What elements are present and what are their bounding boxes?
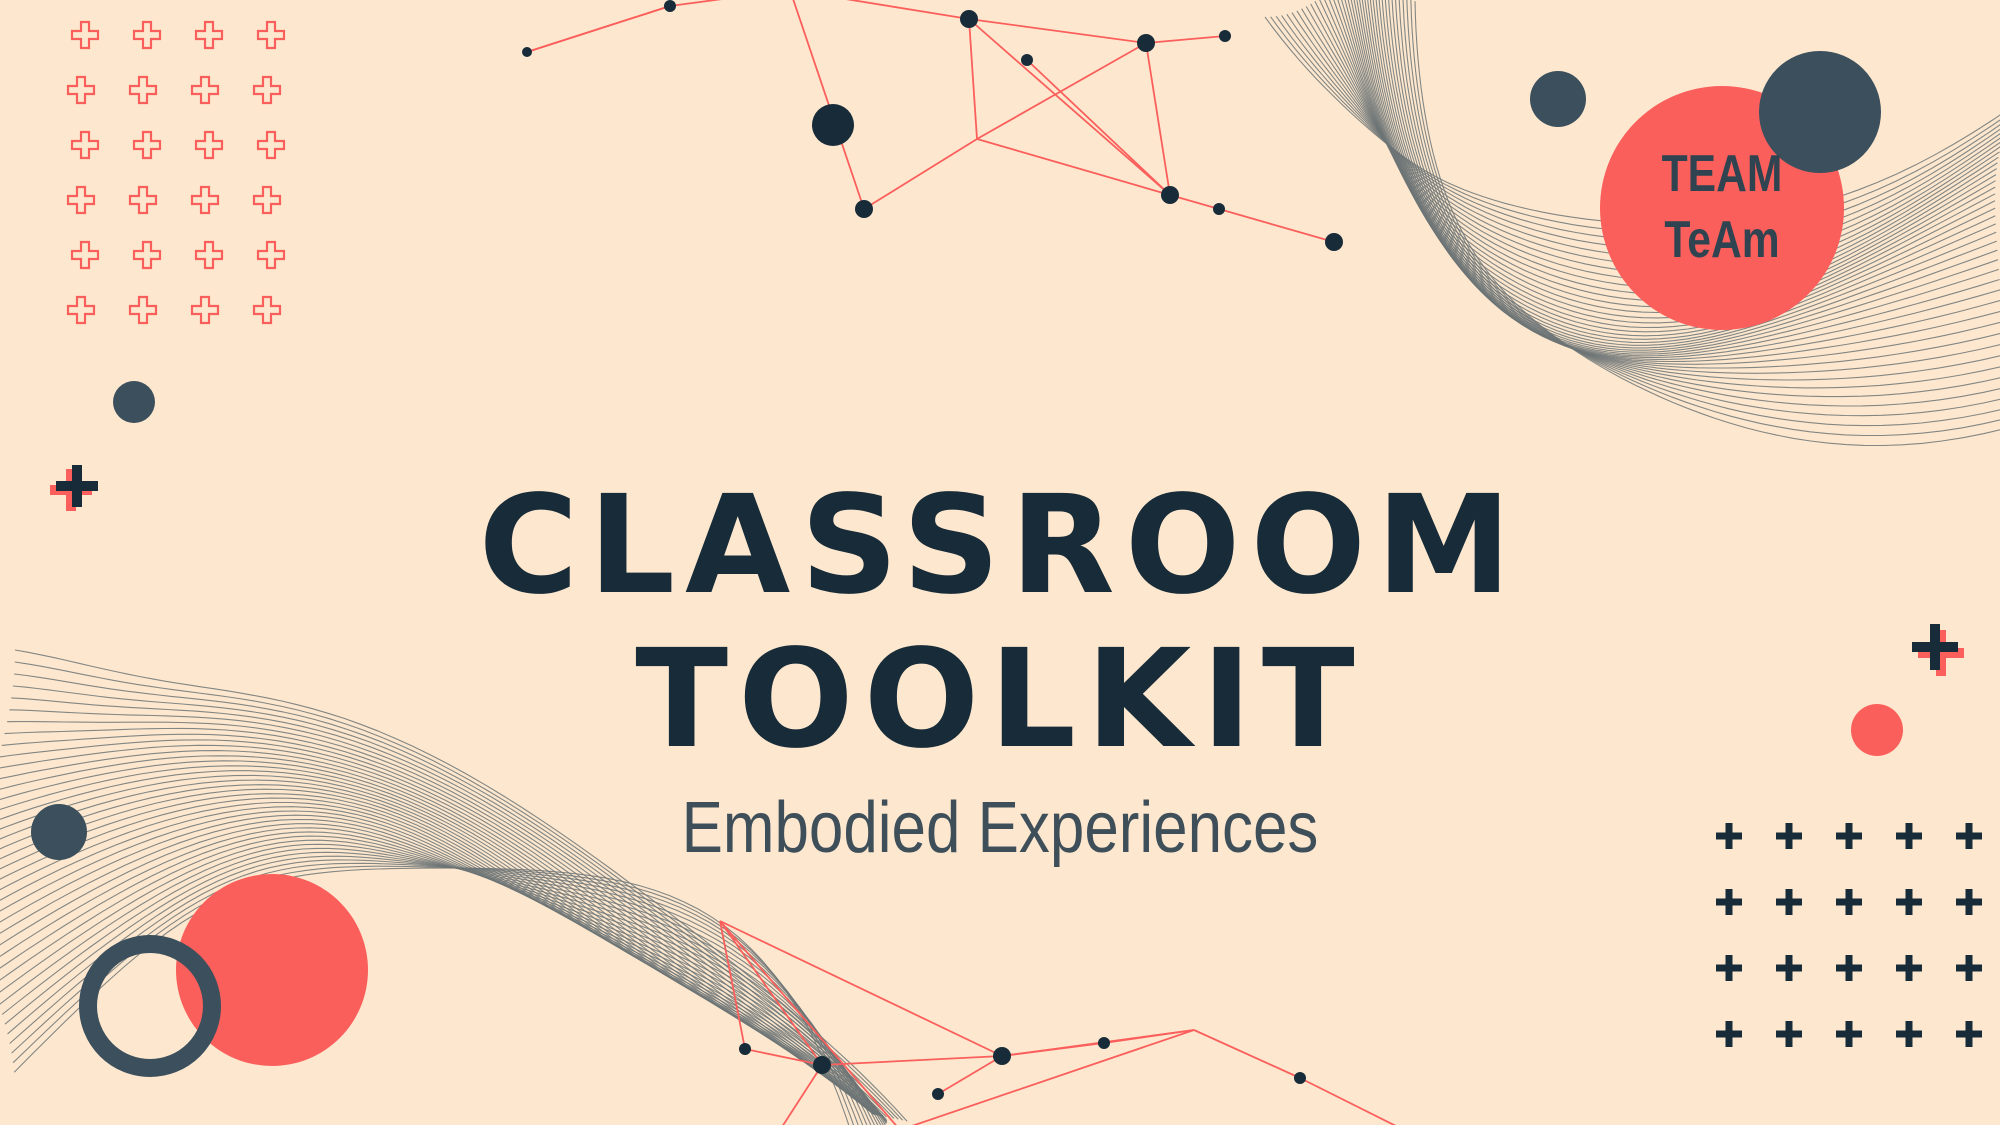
plus-icon — [132, 240, 162, 270]
plus-icon — [1896, 1021, 1922, 1047]
plus-icon — [194, 130, 224, 160]
dot-icon — [113, 381, 155, 423]
plus-icon — [256, 20, 286, 50]
plus-icon — [1776, 955, 1802, 981]
plus-icon — [1836, 889, 1862, 915]
plus-icon — [66, 75, 96, 105]
plus-icon — [252, 295, 282, 325]
plus-icon — [1956, 955, 1982, 981]
plus-icon — [128, 295, 158, 325]
plus-grid-top-left — [66, 20, 286, 325]
plus-icon — [132, 130, 162, 160]
title-line1: CLASSROOM — [478, 467, 1522, 625]
badge-text-line2: TeAm — [1664, 211, 1780, 269]
dot-icon — [31, 804, 87, 860]
plus-icon — [66, 295, 96, 325]
plus-icon — [1716, 889, 1742, 915]
title-line2: TOOLKIT — [635, 621, 1365, 779]
plus-icon — [194, 240, 224, 270]
plus-icon — [1776, 1021, 1802, 1047]
slide-canvas: TEAM TeAm CLASSROOM TOOLKIT Embodied Exp… — [0, 0, 2000, 1125]
plus-icon — [1896, 889, 1922, 915]
plus-icon — [70, 130, 100, 160]
plus-icon — [70, 240, 100, 270]
plus-icon — [190, 295, 220, 325]
plus-icon — [1896, 823, 1922, 849]
plus-icon — [190, 185, 220, 215]
plus-icon — [128, 75, 158, 105]
plus-icon — [252, 75, 282, 105]
plus-icon — [1836, 955, 1862, 981]
plus-icon — [1716, 1021, 1742, 1047]
plus-icon — [256, 240, 286, 270]
plus-icon — [190, 75, 220, 105]
plus-icon — [256, 130, 286, 160]
plus-icon — [128, 185, 158, 215]
plus-icon — [194, 20, 224, 50]
plus-icon — [1956, 889, 1982, 915]
plus-icon — [1716, 955, 1742, 981]
plus-icon — [70, 20, 100, 50]
plus-icon — [252, 185, 282, 215]
plus-icon — [66, 185, 96, 215]
dot-icon — [1530, 71, 1586, 127]
plus-icon — [1896, 955, 1922, 981]
subtitle: Embodied Experiences — [681, 788, 1319, 868]
plus-icon — [1836, 1021, 1862, 1047]
plus-icon — [1956, 823, 1982, 849]
badge-text-line1: TEAM — [1661, 145, 1783, 203]
plus-icon — [1956, 1021, 1982, 1047]
plus-icon — [1776, 889, 1802, 915]
plus-icon — [132, 20, 162, 50]
